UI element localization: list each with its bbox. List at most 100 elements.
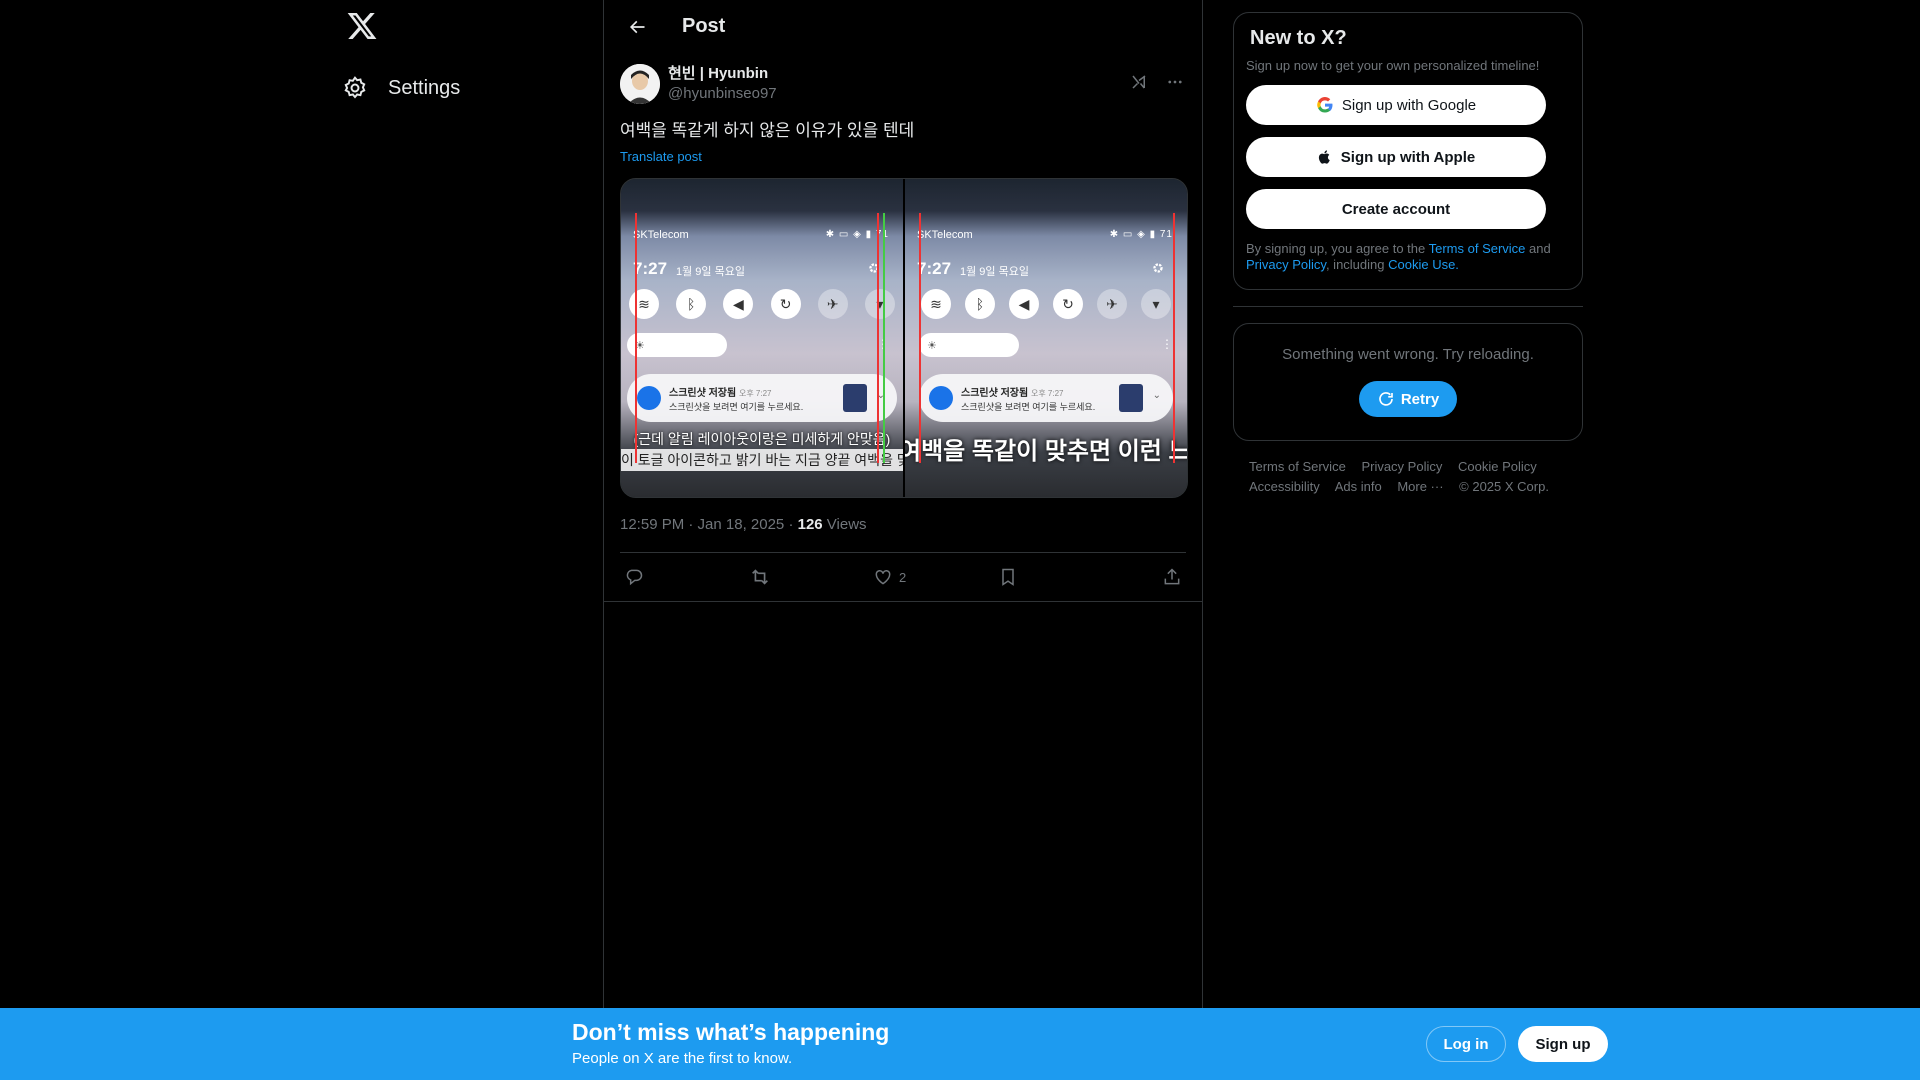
signup-button[interactable]: Sign up: [1518, 1026, 1608, 1062]
banner-title: Don’t miss what’s happening: [572, 1019, 890, 1045]
notif-title: 스크린샷 저장됨 오후 7:27: [669, 388, 772, 399]
flashlight-icon: ▾: [864, 289, 895, 319]
kebab-icon: ⋮: [1161, 337, 1173, 351]
footer-link[interactable]: Privacy Policy: [1361, 459, 1442, 474]
rotate-icon: ↻: [1053, 289, 1083, 319]
copyright: © 2025 X Corp.: [1459, 479, 1549, 494]
left-nav: Settings: [330, 0, 600, 1008]
signup-title: New to X?: [1250, 27, 1347, 49]
legal-text: By signing up, you agree to the Terms of…: [1246, 241, 1551, 272]
footer-link[interactable]: Accessibility: [1249, 479, 1320, 494]
settings-label: Settings: [388, 76, 461, 99]
divider: [1233, 306, 1583, 307]
guide-line: [1173, 213, 1175, 463]
quick-settings: ≋ ᛒ ◀ ↻ ✈ ▾: [625, 289, 899, 319]
notif-subtitle: 스크린샷을 보려면 여기를 누르세요.: [669, 402, 804, 412]
google-icon: [1317, 97, 1333, 113]
cookie-link[interactable]: Cookie Use.: [1388, 257, 1459, 272]
carrier-label: SKTelecom: [633, 229, 689, 241]
bookmark-icon: [1001, 568, 1014, 586]
clock: 7:27: [633, 259, 668, 278]
more-icon: [1168, 80, 1182, 84]
clock: 7:27: [917, 259, 952, 278]
signup-banner: Don’t miss what’s happening People on X …: [0, 1008, 1920, 1080]
bookmark-button[interactable]: [998, 567, 1058, 587]
main-column: Post 현빈 | Hyunbin @hyunbinseo97 여백을 똑같게 …: [603, 0, 1203, 1008]
reply-button[interactable]: [624, 567, 684, 587]
guide-line: [883, 213, 885, 463]
signup-card: New to X? Sign up now to get your own pe…: [1233, 12, 1583, 290]
status-icons: ✱ ▭ ◈ ▮ 71: [825, 229, 888, 240]
apple-icon: [1318, 150, 1330, 164]
avatar[interactable]: [620, 64, 660, 104]
quick-settings: ≋ ᛒ ◀ ↻ ✈ ▾: [917, 289, 1175, 319]
footer-link[interactable]: Terms of Service: [1249, 459, 1346, 474]
status-icons: ✱ ▭ ◈ ▮ 71: [1109, 229, 1173, 240]
date-label: 1월 9일 목요일: [676, 266, 745, 278]
terms-link[interactable]: Terms of Service: [1429, 241, 1526, 256]
share-button[interactable]: [1122, 567, 1182, 587]
sidebar-footer: Terms of Service Privacy Policy Cookie P…: [1233, 457, 1583, 497]
bluetooth-icon: ᛒ: [965, 289, 995, 319]
grok-button[interactable]: [1128, 71, 1150, 93]
back-button[interactable]: [620, 10, 654, 44]
more-button[interactable]: [1164, 71, 1186, 93]
post-time[interactable]: 12:59 PM · Jan 18, 2025 ·: [620, 516, 798, 533]
translate-link[interactable]: Translate post: [620, 149, 702, 164]
gallery-icon: [929, 386, 953, 410]
x-logo-icon[interactable]: [346, 10, 378, 42]
privacy-link[interactable]: Privacy Policy: [1246, 257, 1326, 272]
repost-button[interactable]: [749, 566, 809, 588]
views-count: 126: [797, 516, 823, 533]
google-signup-button[interactable]: Sign up with Google: [1246, 85, 1546, 125]
caption-left-2: 이 토글 아이콘하고 밝기 바는 지금 양끝 여백을 맞춰놨: [621, 449, 903, 471]
post-media[interactable]: SKTelecom ✱ ▭ ◈ ▮ 71 7:27 1월 9일 목요일 ≋ ᛒ …: [620, 178, 1188, 498]
notif-title: 스크린샷 저장됨 오후 7:27: [961, 388, 1064, 399]
heart-icon: [875, 569, 891, 585]
thumbnail: [1119, 384, 1143, 412]
error-card: Something went wrong. Try reloading. Ret…: [1233, 323, 1583, 441]
nav-settings[interactable]: Settings: [330, 64, 472, 112]
airplane-icon: ✈: [817, 289, 848, 319]
views-label: Views: [822, 516, 867, 533]
divider: [604, 601, 1202, 602]
guide-line: [877, 213, 879, 463]
volume-icon: ◀: [723, 289, 754, 319]
guide-line: [635, 213, 637, 463]
sun-icon: ☀: [927, 340, 937, 352]
right-sidebar: New to X? Sign up now to get your own pe…: [1233, 12, 1583, 497]
bluetooth-icon: ᛒ: [676, 289, 707, 319]
footer-link[interactable]: Cookie Policy: [1458, 459, 1537, 474]
signup-subtitle: Sign up now to get your own personalized…: [1246, 58, 1540, 73]
google-signup-label: Sign up with Google: [1341, 96, 1477, 114]
create-account-button[interactable]: Create account: [1246, 189, 1546, 229]
user-handle[interactable]: @hyunbinseo97: [668, 84, 777, 104]
airplane-icon: ✈: [1097, 289, 1127, 319]
footer-link[interactable]: Ads info: [1335, 479, 1382, 494]
retry-button[interactable]: Retry: [1358, 381, 1458, 417]
avatar-face-icon: [620, 64, 660, 104]
refresh-icon: [1379, 392, 1393, 406]
volume-icon: ◀: [1009, 289, 1039, 319]
chevron-down-icon: ⌄: [1152, 390, 1161, 401]
like-button[interactable]: 2: [873, 567, 933, 587]
flashlight-icon: ▾: [1141, 289, 1171, 319]
caption-left-1: (근데 알림 레이아웃이랑은 미세하게 안맞음): [633, 431, 891, 447]
post-actions: 2: [620, 553, 1186, 601]
footer-more[interactable]: More ···: [1397, 479, 1443, 494]
post-text: 여백을 똑같게 하지 않은 이유가 있을 텐데: [620, 121, 915, 140]
apple-signup-button[interactable]: Sign up with Apple: [1246, 137, 1546, 177]
banner-subtitle: People on X are the first to know.: [572, 1050, 793, 1067]
media-panel-left: SKTelecom ✱ ▭ ◈ ▮ 71 7:27 1월 9일 목요일 ≋ ᛒ …: [621, 179, 903, 497]
arrow-left-icon: [629, 20, 645, 33]
rotate-icon: ↻: [770, 289, 801, 319]
login-button[interactable]: Log in: [1426, 1026, 1506, 1062]
repost-icon: [751, 569, 768, 585]
author-row: 현빈 | Hyunbin @hyunbinseo97: [620, 53, 1186, 115]
gallery-icon: [637, 386, 661, 410]
thumbnail: [843, 384, 867, 412]
post-meta: 12:59 PM · Jan 18, 2025 · 126 Views: [620, 516, 1186, 536]
reply-icon: [626, 569, 643, 586]
guide-line: [919, 213, 921, 463]
display-name[interactable]: 현빈 | Hyunbin: [668, 64, 777, 84]
